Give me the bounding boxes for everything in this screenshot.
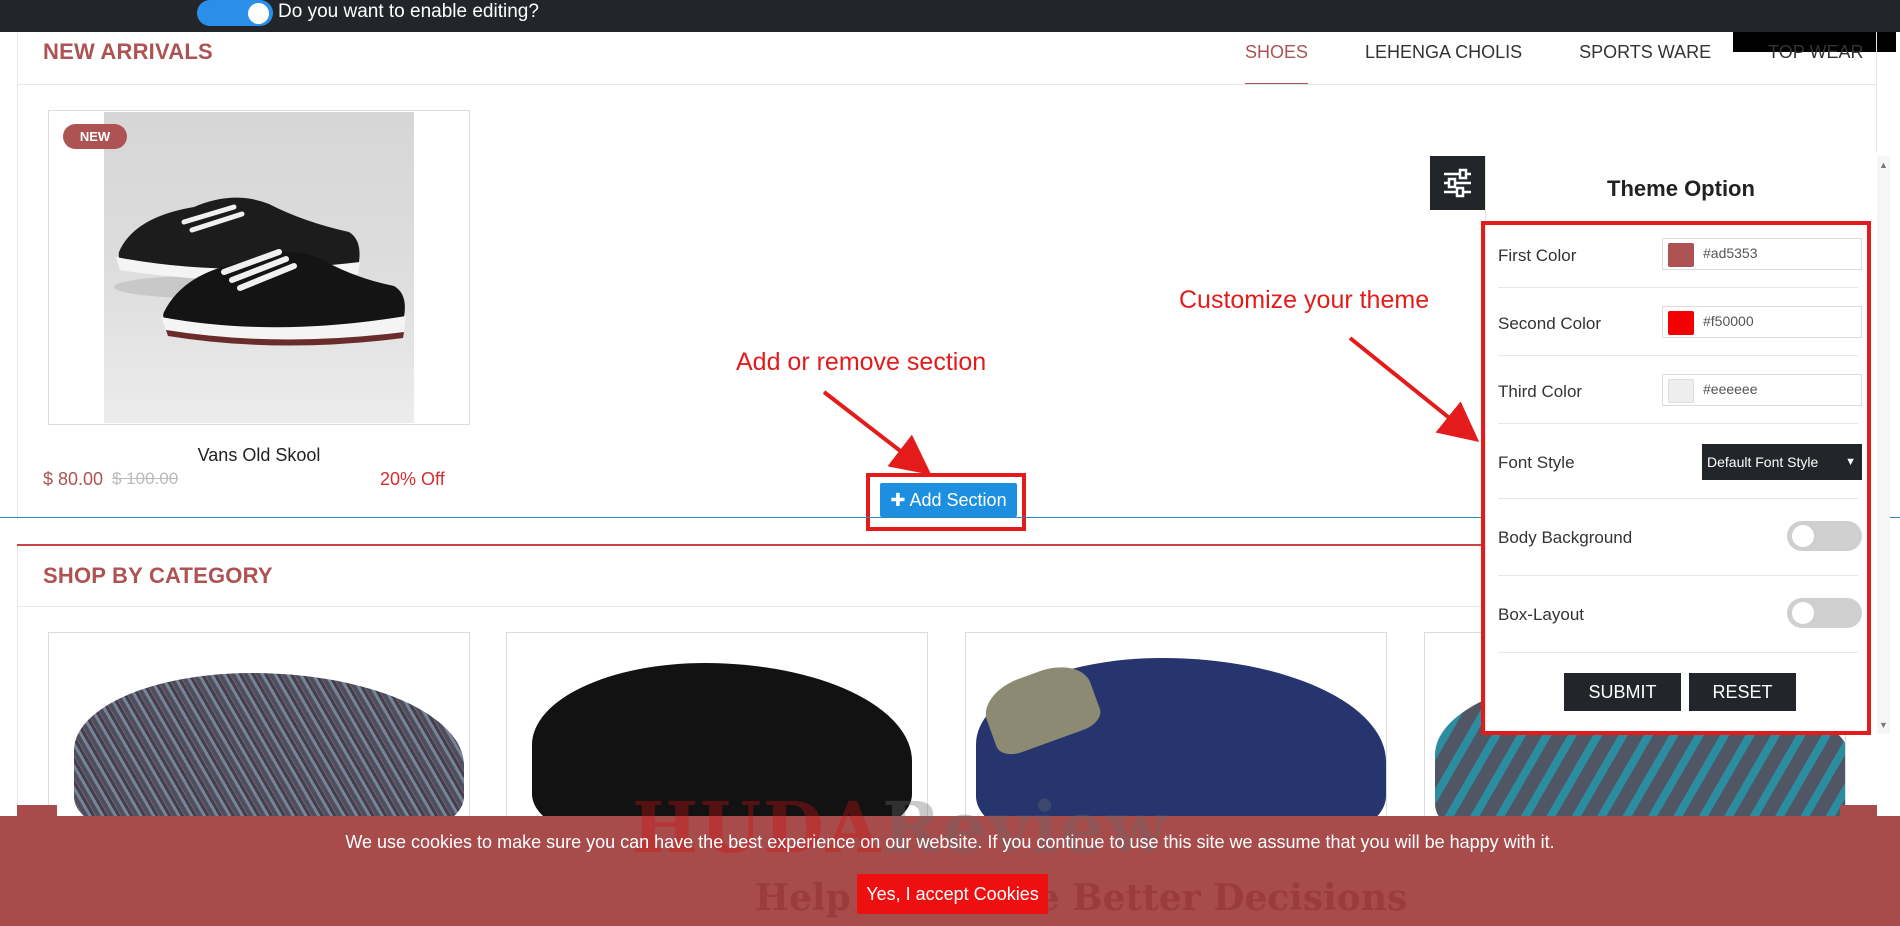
product-price: $ 80.00 bbox=[43, 469, 104, 489]
third-color-value: #eeeeee bbox=[1703, 381, 1758, 397]
watermark-logo-part: HUDA bbox=[632, 786, 883, 869]
tab-lehenga-cholis[interactable]: LEHENGA CHOLIS bbox=[1365, 42, 1522, 63]
scroll-up-icon[interactable]: ▲ bbox=[1879, 160, 1888, 170]
font-style-label: Font Style bbox=[1498, 453, 1575, 472]
toggle-knob bbox=[248, 3, 269, 24]
plus-icon: ✚ bbox=[890, 490, 906, 510]
tab-shoes[interactable]: SHOES bbox=[1245, 42, 1309, 85]
watermark-tagline: Help You Make Better Decisions bbox=[755, 877, 1408, 919]
option-divider bbox=[1498, 575, 1858, 576]
font-style-value: Default Font Style bbox=[1707, 454, 1819, 470]
body-background-label: Body Background bbox=[1498, 528, 1633, 547]
second-color-swatch[interactable] bbox=[1668, 311, 1694, 335]
option-divider bbox=[1498, 498, 1858, 499]
content-border-left bbox=[17, 546, 18, 816]
option-divider bbox=[1498, 355, 1858, 356]
reset-button[interactable]: RESET bbox=[1689, 673, 1796, 711]
switch-knob bbox=[1792, 525, 1814, 547]
knit-sneaker-image bbox=[74, 673, 464, 831]
new-badge: NEW bbox=[63, 124, 127, 149]
category-tabs: SHOES LEHENGA CHOLIS SPORTS WARE TOP WEA… bbox=[1245, 42, 1900, 85]
watermark-logo: HUDAReview bbox=[632, 786, 1169, 869]
body-background-switch[interactable] bbox=[1787, 521, 1862, 551]
switch-knob bbox=[1792, 602, 1814, 624]
first-color-swatch[interactable] bbox=[1668, 243, 1694, 267]
accept-cookies-button[interactable]: Yes, I accept Cookies bbox=[857, 874, 1048, 914]
content-border-left bbox=[17, 32, 18, 519]
sliders-icon bbox=[1444, 168, 1471, 198]
cookie-message: We use cookies to make sure you can have… bbox=[345, 832, 1555, 852]
option-divider bbox=[1498, 652, 1858, 653]
new-arrivals-title: NEW ARRIVALS bbox=[43, 39, 213, 64]
annotation-add-section: Add or remove section bbox=[736, 348, 987, 376]
tab-top-wear[interactable]: TOP WEAR bbox=[1768, 42, 1863, 63]
panel-scrollbar[interactable]: ▲ ▼ bbox=[1877, 156, 1890, 734]
second-color-value: #f50000 bbox=[1703, 313, 1754, 329]
add-section-label: Add Section bbox=[909, 490, 1007, 510]
product-image[interactable] bbox=[104, 112, 414, 423]
sneaker-illustration bbox=[114, 197, 406, 346]
product-old-price: $ 100.00 bbox=[112, 469, 179, 488]
first-color-value: #ad5353 bbox=[1703, 245, 1758, 261]
category-card[interactable] bbox=[48, 632, 470, 832]
third-color-input[interactable]: #eeeeee bbox=[1662, 374, 1862, 406]
add-section-button[interactable]: ✚ Add Section bbox=[880, 483, 1017, 517]
tab-sports-ware[interactable]: SPORTS WARE bbox=[1579, 42, 1711, 63]
box-layout-label: Box-Layout bbox=[1498, 605, 1584, 624]
product-discount: 20% Off bbox=[380, 469, 445, 489]
annotation-customize-theme: Customize your theme bbox=[1179, 286, 1430, 314]
product-name[interactable]: Vans Old Skool bbox=[48, 445, 470, 466]
watermark-logo-part: Review bbox=[882, 786, 1169, 869]
second-color-label: Second Color bbox=[1498, 314, 1602, 333]
option-divider bbox=[1498, 287, 1858, 288]
dropdown-caret-icon: ▼ bbox=[1845, 456, 1856, 468]
theme-option-title: Theme Option bbox=[1607, 176, 1755, 201]
edit-mode-bar: Do you want to enable editing? bbox=[0, 0, 1900, 32]
submit-button[interactable]: SUBMIT bbox=[1564, 673, 1681, 711]
option-divider bbox=[1498, 423, 1858, 424]
third-color-label: Third Color bbox=[1498, 382, 1583, 401]
shop-by-category-title: SHOP BY CATEGORY bbox=[43, 563, 273, 588]
second-color-input[interactable]: #f50000 bbox=[1662, 306, 1862, 338]
section-divider bbox=[17, 84, 1877, 85]
third-color-swatch[interactable] bbox=[1668, 379, 1694, 403]
first-color-label: First Color bbox=[1498, 246, 1577, 265]
arrow-to-add-section bbox=[822, 390, 932, 475]
enable-editing-toggle[interactable] bbox=[197, 0, 273, 26]
enable-editing-label: Do you want to enable editing? bbox=[278, 1, 539, 22]
arrow-to-theme-panel bbox=[1348, 336, 1480, 443]
font-style-select[interactable]: Default Font Style ▼ bbox=[1702, 444, 1862, 480]
first-color-input[interactable]: #ad5353 bbox=[1662, 238, 1862, 270]
box-layout-switch[interactable] bbox=[1787, 598, 1862, 628]
theme-settings-toggle[interactable] bbox=[1430, 156, 1485, 210]
scroll-down-icon[interactable]: ▼ bbox=[1879, 720, 1888, 730]
